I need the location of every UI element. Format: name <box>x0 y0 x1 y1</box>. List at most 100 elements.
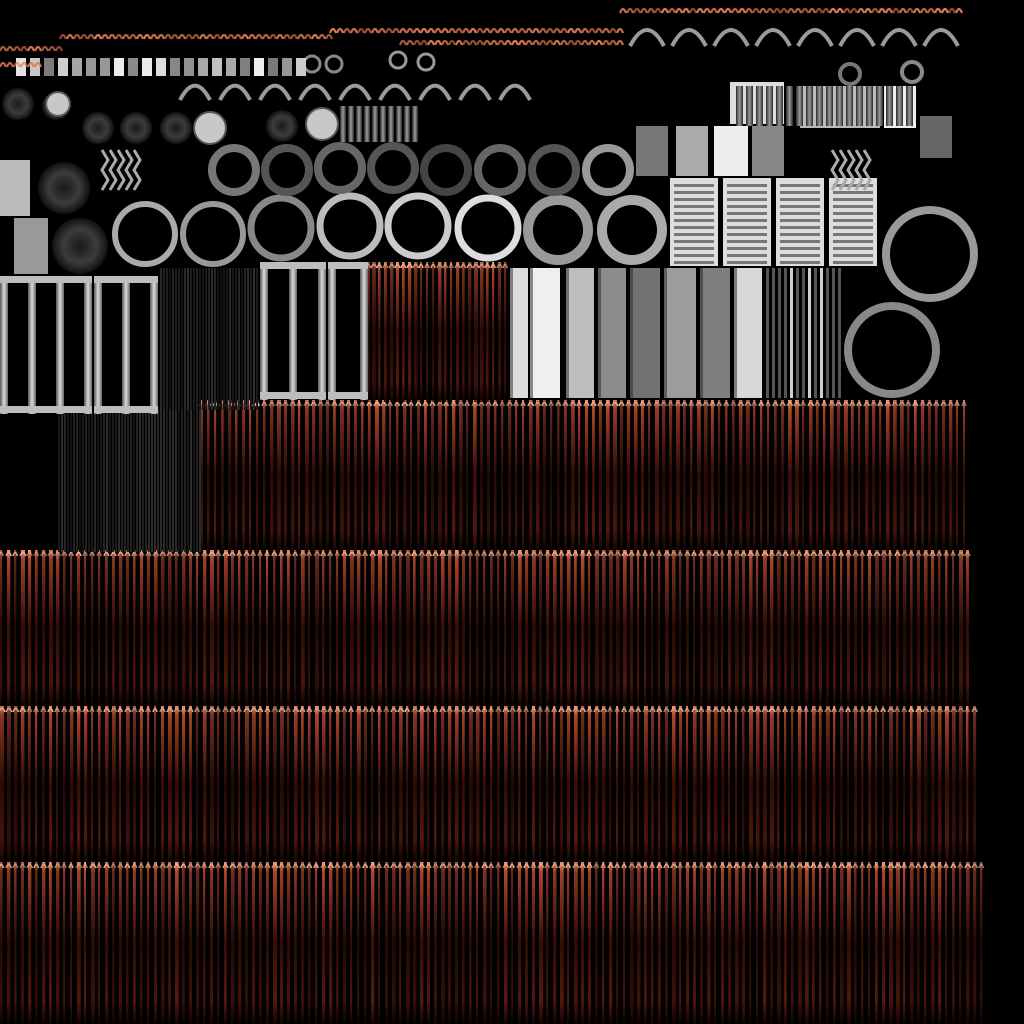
wire-strand <box>959 550 963 706</box>
wire-strand <box>98 862 101 1024</box>
dark-strip <box>76 410 78 552</box>
wire-strand <box>242 400 246 552</box>
wire-strand <box>462 706 465 862</box>
wire-strand <box>875 706 878 862</box>
wire-strand <box>588 862 592 1024</box>
wire-strand <box>273 862 277 1024</box>
wire-strand <box>714 550 718 706</box>
dark-strip <box>214 268 216 410</box>
wire-strand <box>613 400 617 552</box>
ladder-rail <box>56 276 64 414</box>
wire-strand <box>7 706 11 862</box>
dark-strip <box>244 268 246 410</box>
wire-strand <box>462 862 465 1024</box>
wire-strand <box>917 862 920 1024</box>
wire-strand <box>546 706 549 862</box>
bar-part <box>856 86 863 126</box>
bar-part <box>816 86 823 126</box>
bar-part <box>348 106 354 142</box>
dark-strip <box>181 410 183 552</box>
wire-strand <box>525 550 529 706</box>
wire-strand <box>945 550 948 706</box>
wire-strand <box>7 862 11 1024</box>
wire-strand <box>616 862 619 1024</box>
wire-strand <box>189 706 192 862</box>
ladder-rail <box>260 262 268 400</box>
wire-strand <box>238 550 241 706</box>
wire-strand <box>585 400 588 552</box>
dark-strip <box>115 410 117 552</box>
dark-strip <box>226 268 228 410</box>
wire-strand <box>490 862 493 1024</box>
small-block <box>268 58 278 76</box>
wire-strand <box>119 550 123 706</box>
dark-strip <box>235 268 237 410</box>
dark-strip <box>64 410 66 552</box>
wire-strand <box>154 862 158 1024</box>
dark-strip <box>79 410 81 552</box>
wire-strand <box>266 550 269 706</box>
wire-strand <box>627 400 631 552</box>
wire-strand <box>847 550 850 706</box>
wire-strand <box>35 706 38 862</box>
plate-edge <box>510 268 513 398</box>
wire-strand <box>189 862 192 1024</box>
wire-strand <box>21 862 24 1024</box>
wire-strand <box>728 706 731 862</box>
dark-strip <box>154 410 156 552</box>
wire-strand <box>301 862 305 1024</box>
wire-strand <box>686 862 690 1024</box>
wire-strand <box>749 706 753 862</box>
small-block <box>114 58 124 76</box>
wire-strand <box>448 550 452 706</box>
wire-strand <box>490 706 493 862</box>
wire-strand <box>466 400 469 552</box>
wire-strand <box>245 862 248 1024</box>
wire-strand <box>161 550 165 706</box>
wire-strand <box>259 550 262 706</box>
dark-strip <box>193 268 195 410</box>
wire-strand <box>168 862 171 1024</box>
wire-strand <box>147 550 150 706</box>
wire-strand <box>378 262 381 402</box>
wire-strand <box>910 550 913 706</box>
wire-strand <box>578 400 581 552</box>
wire-strand <box>672 706 676 862</box>
wire-strand <box>812 550 816 706</box>
wire-strand <box>483 862 487 1024</box>
wire-strand <box>14 706 18 862</box>
wire-strand <box>396 400 399 552</box>
dark-strip <box>217 268 219 410</box>
plate-slot <box>833 219 873 222</box>
wire-strand <box>581 550 585 706</box>
wire-strand <box>518 550 522 706</box>
wire-strand <box>399 862 402 1024</box>
wire-strand <box>651 862 654 1024</box>
dark-strip <box>118 410 120 552</box>
wire-strand <box>70 550 73 706</box>
wire-strand <box>620 400 623 552</box>
wire-strand <box>914 400 917 552</box>
wire-strand <box>854 550 858 706</box>
wire-strand <box>686 706 689 862</box>
dark-strip <box>184 410 186 552</box>
plate-slot <box>780 247 820 250</box>
wire-strand <box>756 550 759 706</box>
plate-edge <box>664 268 667 398</box>
wire-strand <box>161 706 164 862</box>
wire-strand <box>707 706 711 862</box>
plate-edge <box>530 268 533 398</box>
wire-strand <box>504 550 507 706</box>
wire-strand <box>196 862 200 1024</box>
dark-strip <box>181 268 183 410</box>
wire-strand <box>476 862 479 1024</box>
wire-strand <box>581 706 585 862</box>
wire-strand <box>945 706 949 862</box>
bar-part <box>846 86 853 126</box>
dark-strip <box>124 410 126 552</box>
wire-strand <box>140 706 143 862</box>
bar-part <box>776 86 783 126</box>
dark-strip <box>223 268 225 410</box>
wire-strand <box>658 706 661 862</box>
wire-strand <box>56 706 59 862</box>
